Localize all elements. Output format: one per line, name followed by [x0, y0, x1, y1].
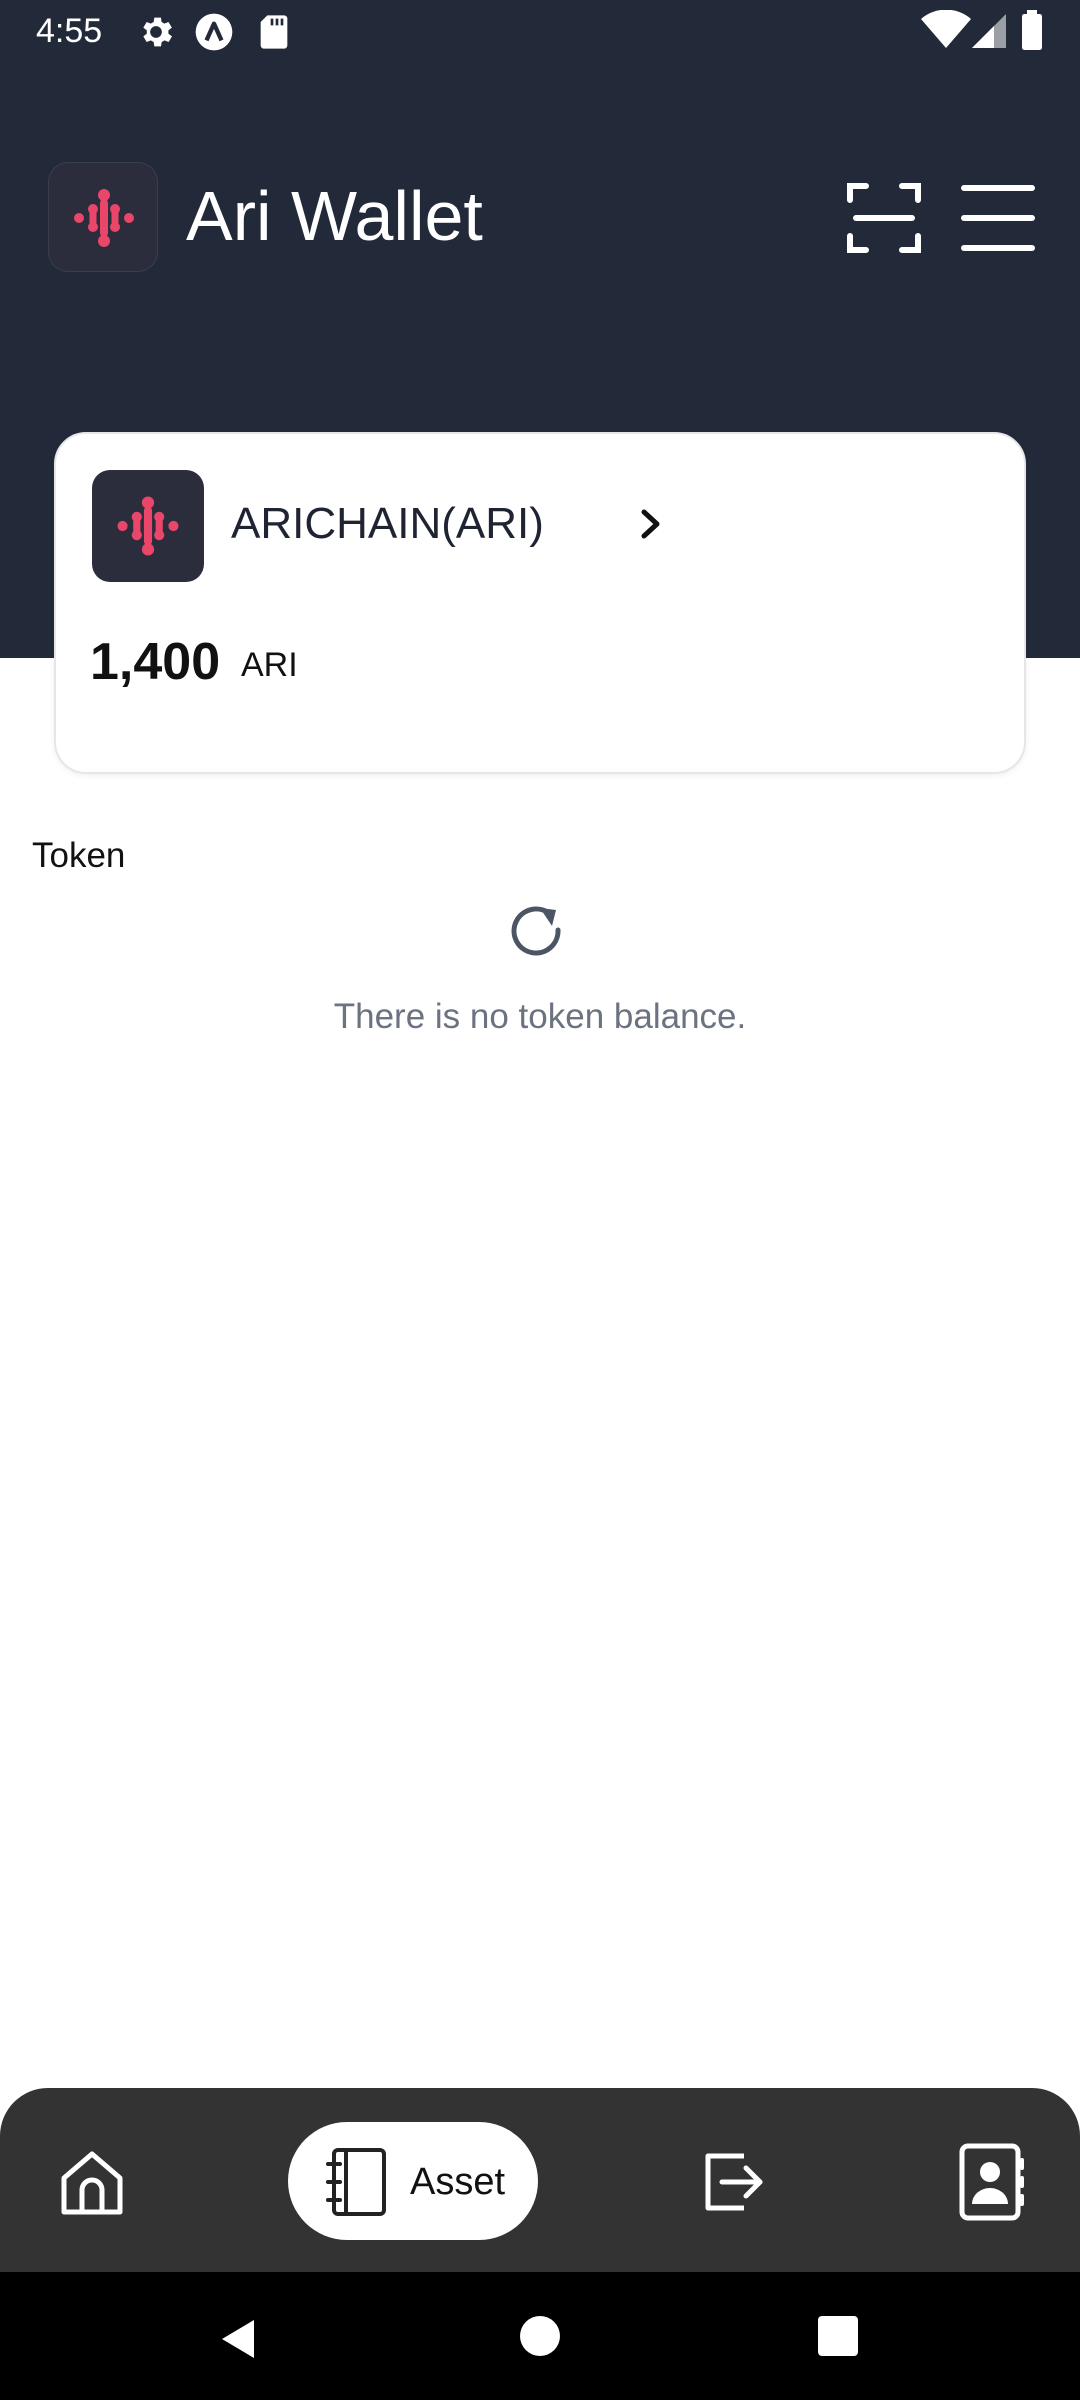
bottom-nav: Asset	[0, 2088, 1080, 2272]
status-time: 4:55	[36, 12, 103, 50]
balance-unit: ARI	[241, 646, 298, 684]
nav-asset-tab[interactable]: Asset	[288, 2122, 538, 2240]
menu-icon[interactable]	[960, 182, 1036, 254]
app-title: Ari Wallet	[186, 177, 483, 255]
balance-amount: 1,400	[90, 633, 221, 691]
nav-asset-label: Asset	[410, 2161, 506, 2203]
token-section-label: Token	[32, 836, 126, 875]
empty-token-message: There is no token balance.	[333, 997, 747, 1036]
gear-icon	[143, 17, 172, 47]
chevron-right-icon[interactable]	[631, 504, 671, 544]
refresh-icon[interactable]	[506, 900, 570, 964]
scan-icon[interactable]	[846, 180, 922, 256]
sd-card-icon	[260, 15, 288, 49]
screen: 4:55 Ari Wallet ARICHAIN(ARI) 1,400 ARI …	[0, 0, 1080, 2400]
wallet-card[interactable]: ARICHAIN(ARI) 1,400 ARI	[54, 432, 1026, 774]
app-logo	[48, 162, 158, 272]
wifi-icon	[921, 10, 971, 48]
battery-icon	[1022, 10, 1042, 50]
chain-name[interactable]: ARICHAIN(ARI)	[231, 496, 544, 552]
back-icon[interactable]	[214, 2314, 264, 2364]
signal-icon	[972, 14, 1006, 48]
notebook-icon	[326, 2148, 386, 2216]
status-bar: 4:55	[0, 0, 1080, 62]
system-nav-bar	[0, 2272, 1080, 2400]
transfer-icon[interactable]	[700, 2150, 768, 2214]
recents-icon[interactable]	[818, 2316, 858, 2356]
home-icon[interactable]	[56, 2146, 128, 2218]
ari-logo-icon	[74, 189, 134, 247]
contacts-icon[interactable]	[956, 2142, 1028, 2222]
chain-logo	[92, 470, 204, 582]
ari-logo-icon	[117, 496, 179, 556]
app-a-icon	[195, 13, 233, 51]
home-circle-icon[interactable]	[520, 2316, 560, 2356]
